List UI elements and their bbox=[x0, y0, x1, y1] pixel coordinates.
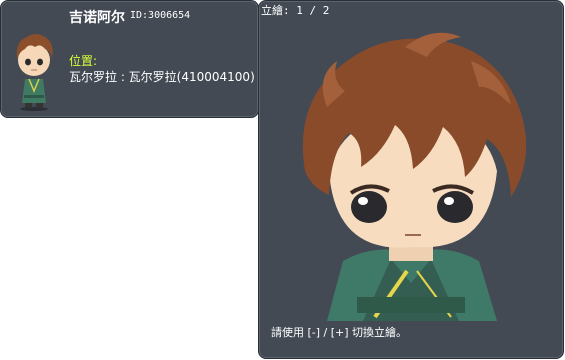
npc-info-panel: 吉诺阿尔 ID:3006654 位置: 瓦尔罗拉 : 瓦尔罗拉(41000410… bbox=[0, 0, 259, 118]
npc-id: ID:3006654 bbox=[130, 10, 191, 21]
npc-portrait bbox=[302, 32, 527, 321]
portrait-page-indicator: 立繪: 1 / 2 bbox=[261, 4, 330, 17]
npc-sprite bbox=[16, 34, 53, 111]
portrait-panel: 立繪: 1 / 2 請使用 [-] / [+] 切換立繪。 bbox=[258, 0, 564, 359]
location-label: 位置: bbox=[69, 54, 98, 68]
location-value: 瓦尔罗拉 : 瓦尔罗拉(410004100) bbox=[69, 70, 255, 84]
portrait-switch-hint: 請使用 [-] / [+] 切換立繪。 bbox=[271, 326, 408, 339]
npc-name: 吉诺阿尔 bbox=[69, 10, 125, 26]
